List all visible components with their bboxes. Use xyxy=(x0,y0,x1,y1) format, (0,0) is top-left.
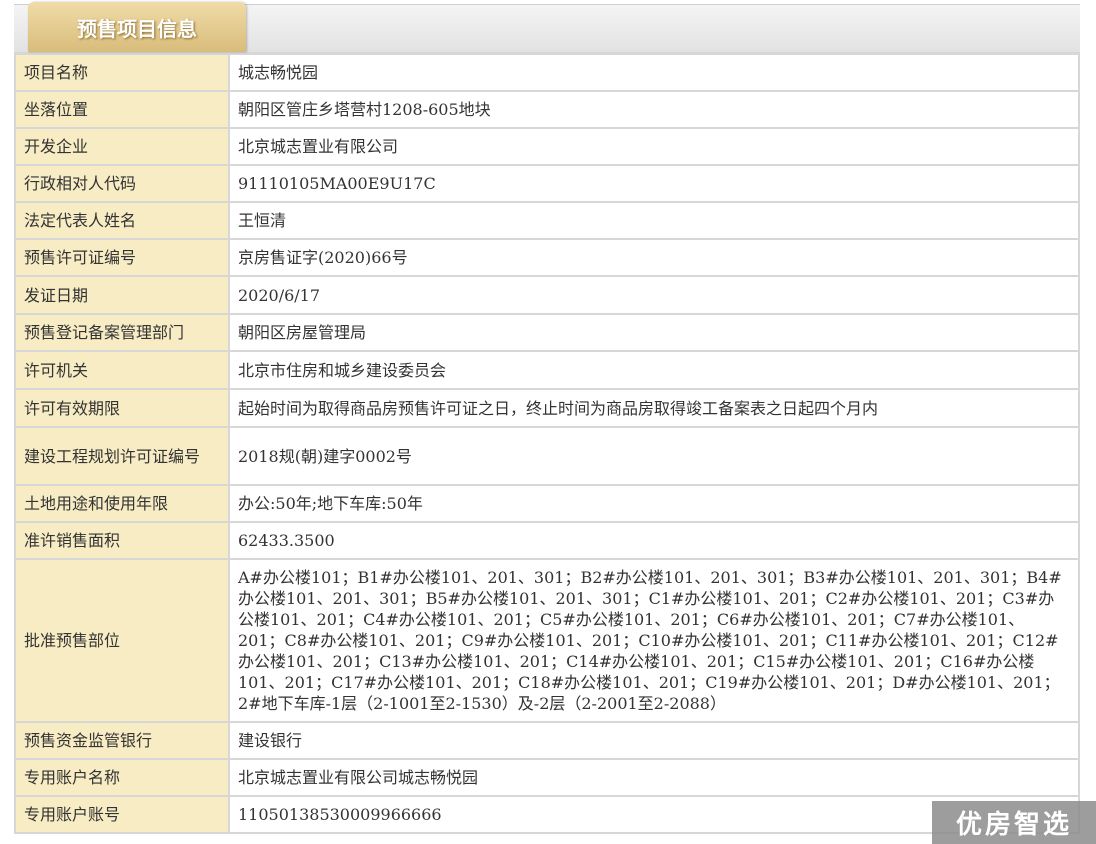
field-value: 北京市住房和城乡建设委员会 xyxy=(228,350,1080,390)
field-label: 批准预售部位 xyxy=(14,558,230,723)
table-row: 发证日期 2020/6/17 xyxy=(14,275,1080,315)
field-label: 预售登记备案管理部门 xyxy=(14,313,230,352)
presale-info-table: 项目名称 城志畅悦园 坐落位置 朝阳区管庄乡塔营村1208-605地块 开发企业 北京城志… xyxy=(14,53,1080,834)
table-row: 预售资金监管银行 建设银行 xyxy=(14,721,1080,760)
table-row: 项目名称 城志畅悦园 xyxy=(14,53,1080,92)
table-row: 准许销售面积 62433.3500 xyxy=(14,521,1080,560)
field-label: 许可机关 xyxy=(14,350,230,390)
field-value: 京房售证字(2020)66号 xyxy=(228,238,1080,277)
table-row: 许可机关 北京市住房和城乡建设委员会 xyxy=(14,350,1080,390)
field-value: 62433.3500 xyxy=(228,521,1080,560)
table-row: 预售许可证编号 京房售证字(2020)66号 xyxy=(14,238,1080,277)
field-value: 北京城志置业有限公司 xyxy=(228,127,1080,166)
field-label: 项目名称 xyxy=(14,53,230,92)
table-row: 建设工程规划许可证编号 2018规(朝)建字0002号 xyxy=(14,426,1080,486)
table-row: 开发企业 北京城志置业有限公司 xyxy=(14,127,1080,166)
table-row: 坐落位置 朝阳区管庄乡塔营村1208-605地块 xyxy=(14,90,1080,129)
field-value: 2020/6/17 xyxy=(228,275,1080,315)
field-value: 91110105MA00E9U17C xyxy=(228,164,1080,203)
watermark-logo: 优房智选 xyxy=(932,801,1096,844)
field-label: 专用账户名称 xyxy=(14,758,230,797)
field-value: 朝阳区管庄乡塔营村1208-605地块 xyxy=(228,90,1080,129)
field-label: 坐落位置 xyxy=(14,90,230,129)
table-row: 行政相对人代码 91110105MA00E9U17C xyxy=(14,164,1080,203)
field-label: 预售资金监管银行 xyxy=(14,721,230,760)
tab-bar: 预售项目信息 xyxy=(14,2,1080,53)
table-row: 许可有效期限 起始时间为取得商品房预售许可证之日，终止时间为商品房取得竣工备案表之… xyxy=(14,388,1080,428)
field-label: 开发企业 xyxy=(14,127,230,166)
field-value: 起始时间为取得商品房预售许可证之日，终止时间为商品房取得竣工备案表之日起四个月内 xyxy=(228,388,1080,428)
field-label: 准许销售面积 xyxy=(14,521,230,560)
field-label: 建设工程规划许可证编号 xyxy=(14,426,230,486)
field-label: 发证日期 xyxy=(14,275,230,315)
tab-presale-info[interactable]: 预售项目信息 xyxy=(28,2,246,52)
field-label: 土地用途和使用年限 xyxy=(14,484,230,523)
field-label: 专用账户账号 xyxy=(14,795,230,834)
field-label: 许可有效期限 xyxy=(14,388,230,428)
field-value: 王恒清 xyxy=(228,201,1080,240)
field-value: 北京城志置业有限公司城志畅悦园 xyxy=(228,758,1080,797)
table-row: 法定代表人姓名 王恒清 xyxy=(14,201,1080,240)
presale-info-panel: 预售项目信息 项目名称 城志畅悦园 坐落位置 朝阳区管庄乡塔营村1208-605地块开… xyxy=(14,2,1080,834)
table-row: 预售登记备案管理部门 朝阳区房屋管理局 xyxy=(14,313,1080,352)
field-value: 城志畅悦园 xyxy=(228,53,1080,92)
field-value: 朝阳区房屋管理局 xyxy=(228,313,1080,352)
table-row: 批准预售部位 A#办公楼101；B1#办公楼101、201、301；B2#办公楼1… xyxy=(14,558,1080,723)
field-value: A#办公楼101；B1#办公楼101、201、301；B2#办公楼101、201… xyxy=(228,558,1080,723)
table-row: 专用账户名称 北京城志置业有限公司城志畅悦园 xyxy=(14,758,1080,797)
field-value: 建设银行 xyxy=(228,721,1080,760)
field-value: 办公:50年;地下车库:50年 xyxy=(228,484,1080,523)
field-label: 法定代表人姓名 xyxy=(14,201,230,240)
table-row: 专用账户账号 11050138530009966666 xyxy=(14,795,1080,834)
field-label: 预售许可证编号 xyxy=(14,238,230,277)
field-label: 行政相对人代码 xyxy=(14,164,230,203)
field-value: 2018规(朝)建字0002号 xyxy=(228,426,1080,486)
table-row: 土地用途和使用年限 办公:50年;地下车库:50年 xyxy=(14,484,1080,523)
